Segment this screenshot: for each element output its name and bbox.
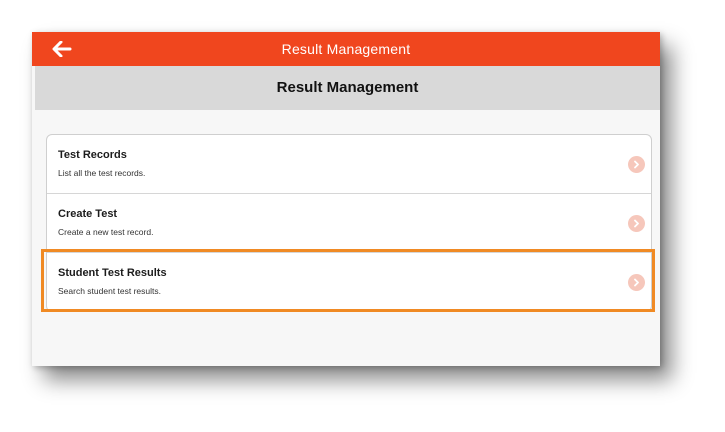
chevron-right-icon xyxy=(628,156,645,173)
menu-item-description: Create a new test record. xyxy=(58,227,154,237)
top-navigation-bar: Result Management xyxy=(32,32,660,66)
chevron-right-icon xyxy=(628,274,645,291)
menu-item-description: List all the test records. xyxy=(58,168,146,178)
chevron-right-icon xyxy=(628,215,645,232)
menu-item-title: Student Test Results xyxy=(58,267,167,279)
page-title: Result Management xyxy=(276,79,419,96)
menu-list: Test Records List all the test records. … xyxy=(46,134,652,312)
menu-item-create-test[interactable]: Create Test Create a new test record. xyxy=(47,194,651,253)
page-subheader: Result Management xyxy=(35,66,660,110)
header-title: Result Management xyxy=(281,41,411,57)
screenshot-stage: Result Management Result Management Test… xyxy=(0,0,725,432)
menu-item-title: Test Records xyxy=(58,149,127,161)
menu-item-test-records[interactable]: Test Records List all the test records. xyxy=(47,135,651,194)
menu-item-student-test-results[interactable]: Student Test Results Search student test… xyxy=(47,253,651,311)
menu-item-description: Search student test results. xyxy=(58,286,161,296)
menu-item-title: Create Test xyxy=(58,208,118,220)
app-window: Result Management Result Management Test… xyxy=(32,32,660,366)
